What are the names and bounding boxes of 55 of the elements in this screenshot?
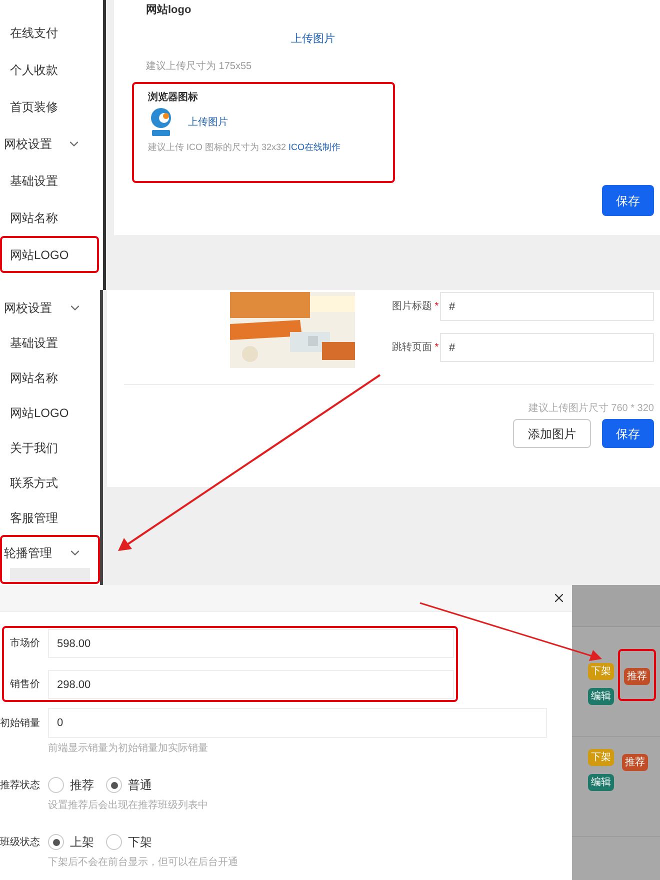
sidebar-item[interactable]: 个人收款	[10, 60, 58, 78]
close-icon[interactable]	[552, 591, 566, 605]
field-label: 销售价	[9, 678, 41, 692]
field-label: 推荐状态	[0, 778, 41, 792]
logo-icon	[148, 107, 174, 137]
field-label: 跳转页面 *	[392, 340, 436, 355]
radio-button[interactable]	[48, 834, 64, 850]
sidebar-item[interactable]: 网校设置	[4, 298, 52, 316]
hint-text: 设置推荐后会出现在推荐班级列表中	[48, 798, 209, 813]
action-tag[interactable]: 推荐	[624, 668, 650, 685]
radio-label: 上架	[70, 834, 94, 851]
field-label: 班级状态	[0, 836, 41, 850]
hint-text: 下架后不会在前台显示，但可以在后台开通	[48, 856, 239, 870]
sidebar-item[interactable]: 网站名称	[10, 368, 58, 386]
field-label: 网站logo	[146, 2, 192, 18]
text-field[interactable]: 598.00	[48, 629, 454, 658]
sidebar-item[interactable]: 基础设置	[10, 334, 58, 352]
hint-text: 建议上传 ICO 图标的尺寸为 32x32 ICO在线制作	[148, 141, 342, 154]
upload-link[interactable]: 上传图片	[291, 30, 335, 47]
online-tool-link[interactable]: ICO在线制作	[288, 142, 341, 152]
field-label: 浏览器图标	[148, 90, 199, 105]
save-button[interactable]: 保存	[602, 419, 654, 448]
field-label: 初始销量	[0, 716, 41, 730]
text-field[interactable]: #	[440, 333, 654, 362]
sidebar-item[interactable]: 客服管理	[10, 508, 58, 526]
hint-text: 建议上传尺寸为 175x55	[146, 60, 253, 74]
text-field[interactable]: 0	[48, 708, 547, 738]
radio-button[interactable]	[106, 834, 122, 850]
add-image-button[interactable]: 添加图片	[513, 419, 591, 448]
save-button[interactable]: 保存	[602, 185, 654, 216]
field-label: 图片标题 *	[392, 300, 436, 314]
text-field[interactable]: 298.00	[48, 670, 454, 699]
action-tag[interactable]: 编辑	[588, 774, 614, 791]
sidebar-item[interactable]: 基础设置	[10, 172, 58, 190]
field-label: 市场价	[9, 636, 41, 651]
action-tag[interactable]: 推荐	[622, 754, 648, 771]
sidebar-item[interactable]: 在线支付	[10, 24, 58, 42]
sidebar-item[interactable]: 轮播管理	[4, 544, 52, 562]
sidebar-item[interactable]: 关于我们	[10, 438, 58, 456]
hint-text: 建议上传图片尺寸 760 * 320	[528, 402, 654, 416]
upload-link[interactable]: 上传图片	[188, 114, 228, 130]
sidebar-item[interactable]: 网站LOGO	[10, 246, 69, 264]
radio-label: 推荐	[70, 777, 94, 794]
radio-label: 普通	[128, 777, 152, 794]
radio-button[interactable]	[106, 777, 122, 793]
radio-label: 下架	[128, 834, 152, 851]
action-tag[interactable]: 编辑	[588, 688, 614, 705]
radio-button[interactable]	[48, 777, 64, 793]
sidebar-item[interactable]: 首页装修	[10, 98, 58, 116]
sidebar-item[interactable]: 网站名称	[10, 208, 58, 226]
sidebar-item[interactable]: 网校设置	[4, 134, 52, 152]
hint-text: 前端显示销量为初始销量加实际销量	[48, 742, 209, 756]
sidebar-item[interactable]: 网站LOGO	[10, 404, 69, 422]
text-field[interactable]: #	[440, 292, 654, 321]
sidebar-item[interactable]: 联系方式	[10, 474, 58, 492]
